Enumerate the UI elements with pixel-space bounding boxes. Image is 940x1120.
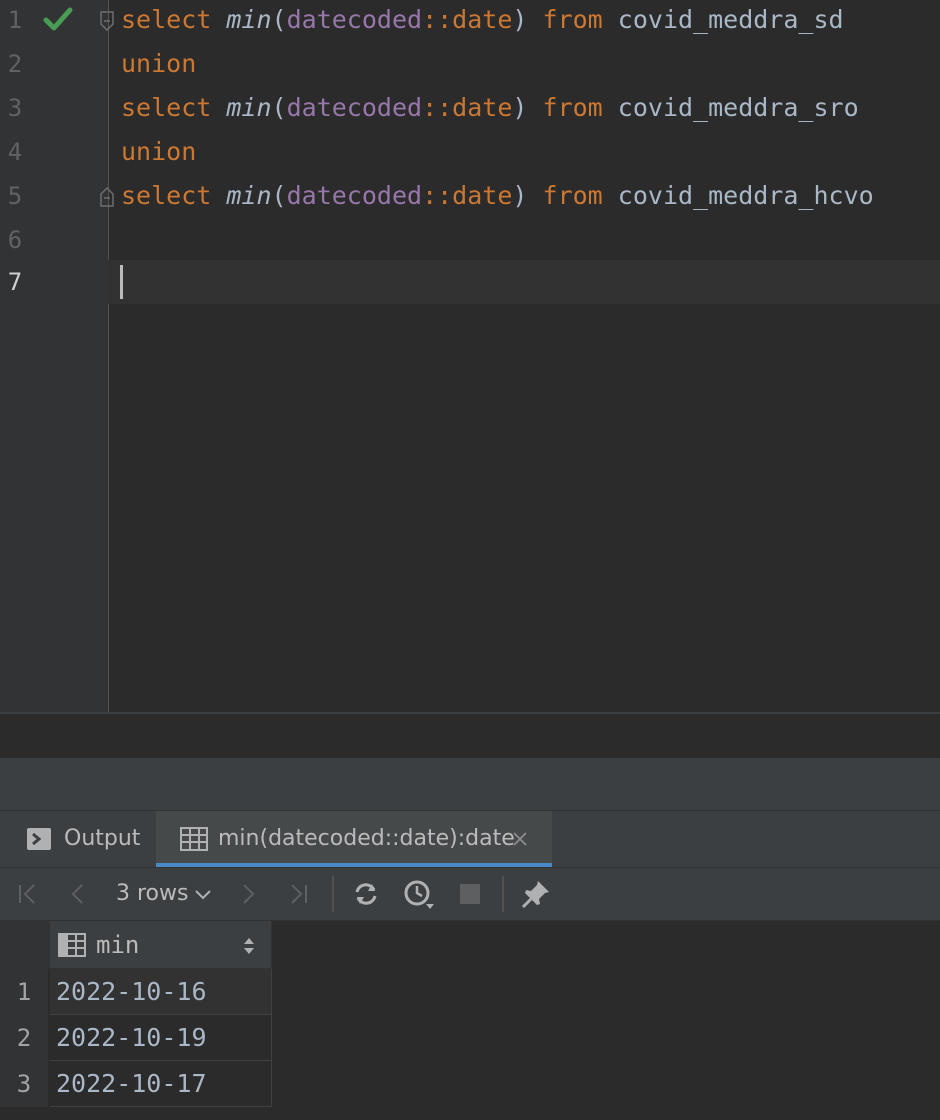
- toolbar-separator: [502, 876, 504, 912]
- pin-icon[interactable]: [520, 878, 552, 910]
- code-line-7[interactable]: 7: [0, 262, 940, 306]
- code-line-4[interactable]: 4 union: [0, 132, 940, 176]
- fold-end-icon[interactable]: [99, 186, 115, 208]
- next-page-icon[interactable]: [234, 880, 262, 908]
- toolbar-separator: [332, 876, 334, 912]
- line-number: 1: [7, 6, 23, 34]
- rows-count-label[interactable]: 3 rows: [116, 868, 188, 920]
- results-toolbar: 3 rows: [0, 868, 940, 921]
- close-icon[interactable]: [512, 831, 528, 847]
- console-icon: [27, 828, 51, 850]
- row-number[interactable]: 1: [0, 969, 48, 1015]
- line-number: 5: [7, 182, 23, 210]
- check-icon: [43, 7, 73, 31]
- services-tabs: Output min(datecoded::date):date: [0, 811, 940, 868]
- stop-icon[interactable]: [458, 882, 482, 906]
- line-number: 4: [7, 138, 23, 166]
- code-text: select min(datecoded::date) from covid_m…: [121, 5, 844, 34]
- previous-page-icon[interactable]: [64, 880, 92, 908]
- line-number: 6: [7, 226, 23, 254]
- tab-result[interactable]: min(datecoded::date):date: [156, 811, 552, 867]
- result-grid: min 1 2022-10-16 2 2022-10-19 3 2022-10-…: [0, 921, 940, 1120]
- splitter[interactable]: [0, 758, 940, 811]
- code-line-6[interactable]: 6: [0, 220, 940, 264]
- code-line-3[interactable]: 3 select min(datecoded::date) from covid…: [0, 88, 940, 132]
- table-cell[interactable]: 2022-10-16: [50, 969, 272, 1015]
- fold-marker-icon[interactable]: [99, 10, 115, 32]
- code-line-1[interactable]: 1 select min(datecoded::date) from covid…: [0, 0, 940, 44]
- line-number: 7: [7, 268, 23, 296]
- column-name: min: [96, 931, 140, 959]
- row-number[interactable]: 2: [0, 1015, 48, 1061]
- sql-editor[interactable]: 1 select min(datecoded::date) from covid…: [0, 0, 940, 712]
- code-line-5[interactable]: 5 select min(datecoded::date) from covid…: [0, 176, 940, 220]
- text-caret: [120, 265, 123, 299]
- row-number[interactable]: 3: [0, 1061, 48, 1107]
- editor-bottom-area: [0, 714, 940, 758]
- grid-corner: [0, 921, 50, 969]
- table-cell[interactable]: 2022-10-19: [50, 1015, 272, 1061]
- code-text: select min(datecoded::date) from covid_m…: [121, 93, 859, 122]
- code-text: union: [121, 137, 197, 166]
- column-header-min[interactable]: min: [50, 921, 272, 969]
- line-number: 3: [7, 94, 23, 122]
- tab-output[interactable]: Output: [26, 811, 146, 867]
- sort-icon[interactable]: [242, 935, 256, 957]
- table-icon: [180, 827, 208, 851]
- last-page-icon[interactable]: [284, 880, 312, 908]
- first-page-icon[interactable]: [14, 880, 42, 908]
- refresh-icon[interactable]: [352, 880, 380, 908]
- table-cell[interactable]: 2022-10-17: [50, 1061, 272, 1107]
- column-icon: [58, 933, 86, 957]
- tab-output-label: Output: [64, 826, 141, 851]
- chevron-down-icon[interactable]: [192, 882, 214, 906]
- tab-result-label: min(datecoded::date):date: [218, 826, 515, 851]
- code-line-2[interactable]: 2 union: [0, 44, 940, 88]
- code-text: select min(datecoded::date) from covid_m…: [121, 181, 874, 210]
- history-icon[interactable]: [402, 878, 436, 912]
- code-text: union: [121, 49, 197, 78]
- line-number: 2: [7, 50, 23, 78]
